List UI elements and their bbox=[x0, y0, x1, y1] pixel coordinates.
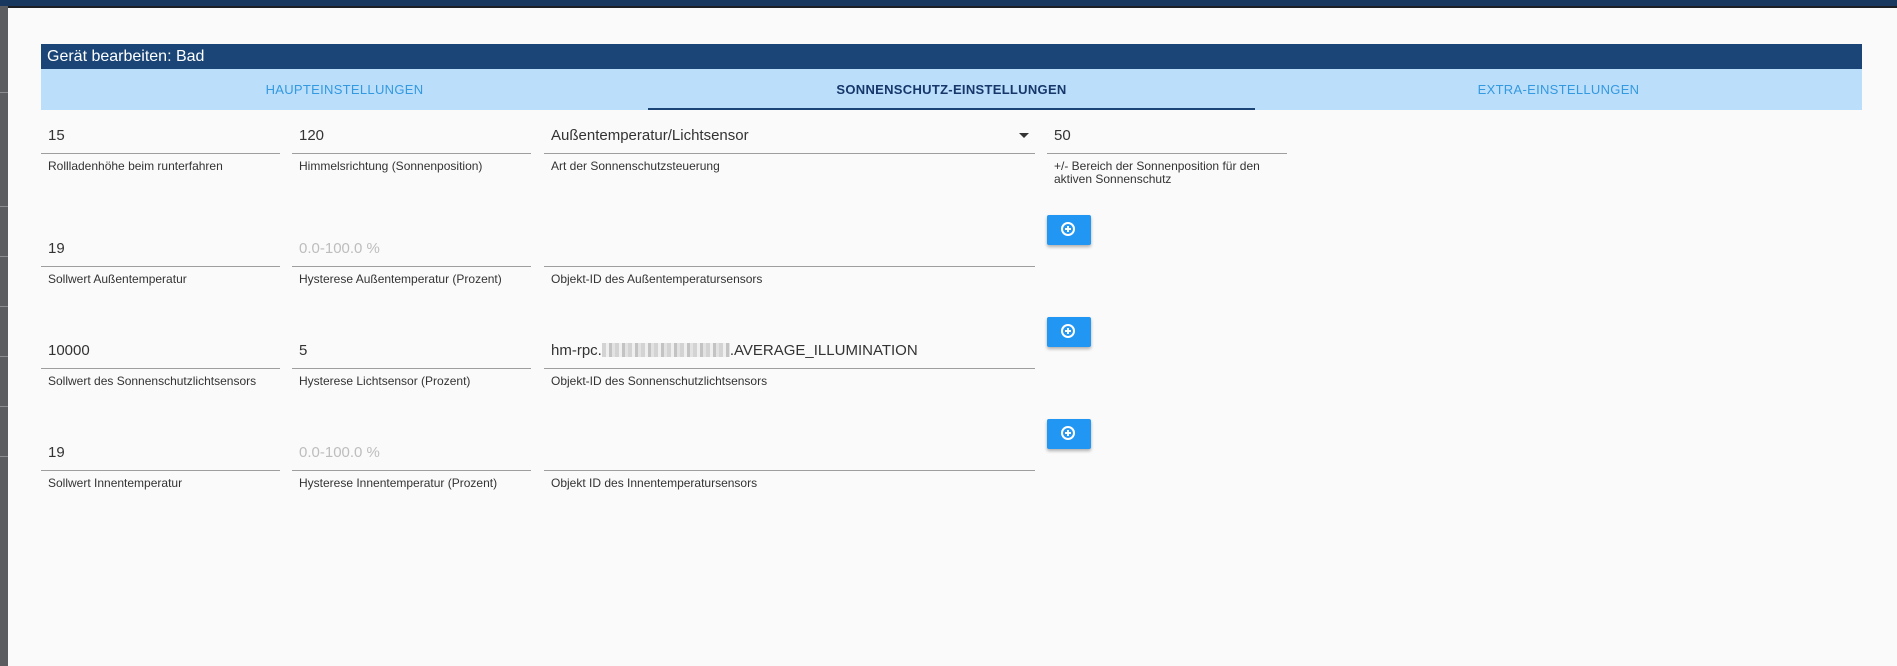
tab-main-settings[interactable]: HAUPTEINSTELLUNGEN bbox=[41, 69, 648, 110]
window-top-bar bbox=[0, 0, 1897, 6]
light-sensor-id-field[interactable]: hm-rpc. .AVERAGE_ILLUMINATION Objekt-ID d… bbox=[544, 333, 1035, 388]
light-hysteresis-field[interactable]: 5 Hysterese Lichtsensor (Prozent) bbox=[292, 333, 531, 388]
inside-temp-sensor-id-input[interactable] bbox=[544, 435, 1035, 471]
light-setpoint-input[interactable]: 10000 bbox=[41, 333, 280, 369]
light-sensor-id-prefix: hm-rpc. bbox=[551, 342, 602, 359]
light-hysteresis-label: Hysterese Lichtsensor (Prozent) bbox=[299, 374, 471, 388]
inside-temp-setpoint-input[interactable]: 19 bbox=[41, 435, 280, 471]
outside-temp-sensor-id-input[interactable] bbox=[544, 231, 1035, 267]
select-outside-temp-sensor-button[interactable] bbox=[1047, 215, 1091, 245]
sun-direction-field[interactable]: 120 Himmelsrichtung (Sonnenposition) bbox=[292, 118, 531, 173]
outside-temp-sensor-id-field[interactable]: Objekt-ID des Außentemperatursensors bbox=[544, 231, 1035, 286]
tab-bar: HAUPTEINSTELLUNGEN SONNENSCHUTZ-EINSTELL… bbox=[41, 69, 1862, 110]
inside-temp-setpoint-label: Sollwert Innentemperatur bbox=[48, 476, 183, 490]
dropdown-caret-icon[interactable] bbox=[1019, 133, 1029, 138]
sun-direction-label: Himmelsrichtung (Sonnenposition) bbox=[299, 159, 483, 173]
shutter-height-label: Rollladenhöhe beim runterfahren bbox=[48, 159, 223, 173]
light-sensor-id-input[interactable]: hm-rpc. .AVERAGE_ILLUMINATION bbox=[544, 333, 1035, 369]
inside-temp-hysteresis-input[interactable]: 0.0-100.0 % bbox=[292, 435, 531, 471]
edit-device-dialog: Gerät bearbeiten: Bad HAUPTEINSTELLUNGEN… bbox=[8, 8, 1897, 666]
light-sensor-id-suffix: .AVERAGE_ILLUMINATION bbox=[729, 342, 918, 359]
tab-extra-settings[interactable]: EXTRA-EINSTELLUNGEN bbox=[1255, 69, 1862, 110]
shutter-height-field[interactable]: 15 Rollladenhöhe beim runterfahren bbox=[41, 118, 280, 173]
light-setpoint-field[interactable]: 10000 Sollwert des Sonnenschutzlichtsens… bbox=[41, 333, 280, 388]
background-panel bbox=[0, 6, 8, 666]
plus-circle-icon bbox=[1061, 426, 1075, 440]
light-setpoint-label: Sollwert des Sonnenschutzlichtsensors bbox=[48, 374, 257, 388]
tab-sun-protection-settings[interactable]: SONNENSCHUTZ-EINSTELLUNGEN bbox=[648, 69, 1255, 110]
inside-temp-sensor-id-label: Objekt ID des Innentemperatursensors bbox=[551, 476, 758, 490]
redacted-device-id bbox=[601, 342, 730, 357]
light-hysteresis-input[interactable]: 5 bbox=[292, 333, 531, 369]
sun-range-input[interactable]: 50 bbox=[1047, 118, 1287, 154]
outside-temp-setpoint-label: Sollwert Außentemperatur bbox=[48, 272, 187, 286]
inside-temp-sensor-id-field[interactable]: Objekt ID des Innentemperatursensors bbox=[544, 435, 1035, 490]
outside-temp-sensor-id-label: Objekt-ID des Außentemperatursensors bbox=[551, 272, 763, 286]
sun-range-label: +/- Bereich der Sonnenposition für den a… bbox=[1054, 159, 1260, 186]
select-light-sensor-button[interactable] bbox=[1047, 317, 1091, 347]
outside-temp-hysteresis-input[interactable]: 0.0-100.0 % bbox=[292, 231, 531, 267]
shutter-height-input[interactable]: 15 bbox=[41, 118, 280, 154]
inside-temp-hysteresis-label: Hysterese Innentemperatur (Prozent) bbox=[299, 476, 498, 490]
outside-temp-hysteresis-label: Hysterese Außentemperatur (Prozent) bbox=[299, 272, 502, 286]
sun-range-field[interactable]: 50 +/- Bereich der Sonnenposition für de… bbox=[1047, 118, 1287, 186]
inside-temp-hysteresis-field[interactable]: 0.0-100.0 % Hysterese Innentemperatur (P… bbox=[292, 435, 531, 490]
control-type-label: Art der Sonnenschutzsteuerung bbox=[551, 159, 720, 173]
outside-temp-setpoint-input[interactable]: 19 bbox=[41, 231, 280, 267]
plus-circle-icon bbox=[1061, 324, 1075, 338]
select-inside-temp-sensor-button[interactable] bbox=[1047, 419, 1091, 449]
outside-temp-hysteresis-field[interactable]: 0.0-100.0 % Hysterese Außentemperatur (P… bbox=[292, 231, 531, 286]
dialog-title: Gerät bearbeiten: Bad bbox=[41, 44, 1862, 69]
light-sensor-id-label: Objekt-ID des Sonnenschutzlichtsensors bbox=[551, 374, 768, 388]
outside-temp-setpoint-field[interactable]: 19 Sollwert Außentemperatur bbox=[41, 231, 280, 286]
sun-direction-input[interactable]: 120 bbox=[292, 118, 531, 154]
control-type-select[interactable]: Außentemperatur/Lichtsensor Art der Sonn… bbox=[544, 118, 1035, 173]
plus-circle-icon bbox=[1061, 222, 1075, 236]
inside-temp-setpoint-field[interactable]: 19 Sollwert Innentemperatur bbox=[41, 435, 280, 490]
control-type-value[interactable]: Außentemperatur/Lichtsensor bbox=[544, 118, 1035, 154]
